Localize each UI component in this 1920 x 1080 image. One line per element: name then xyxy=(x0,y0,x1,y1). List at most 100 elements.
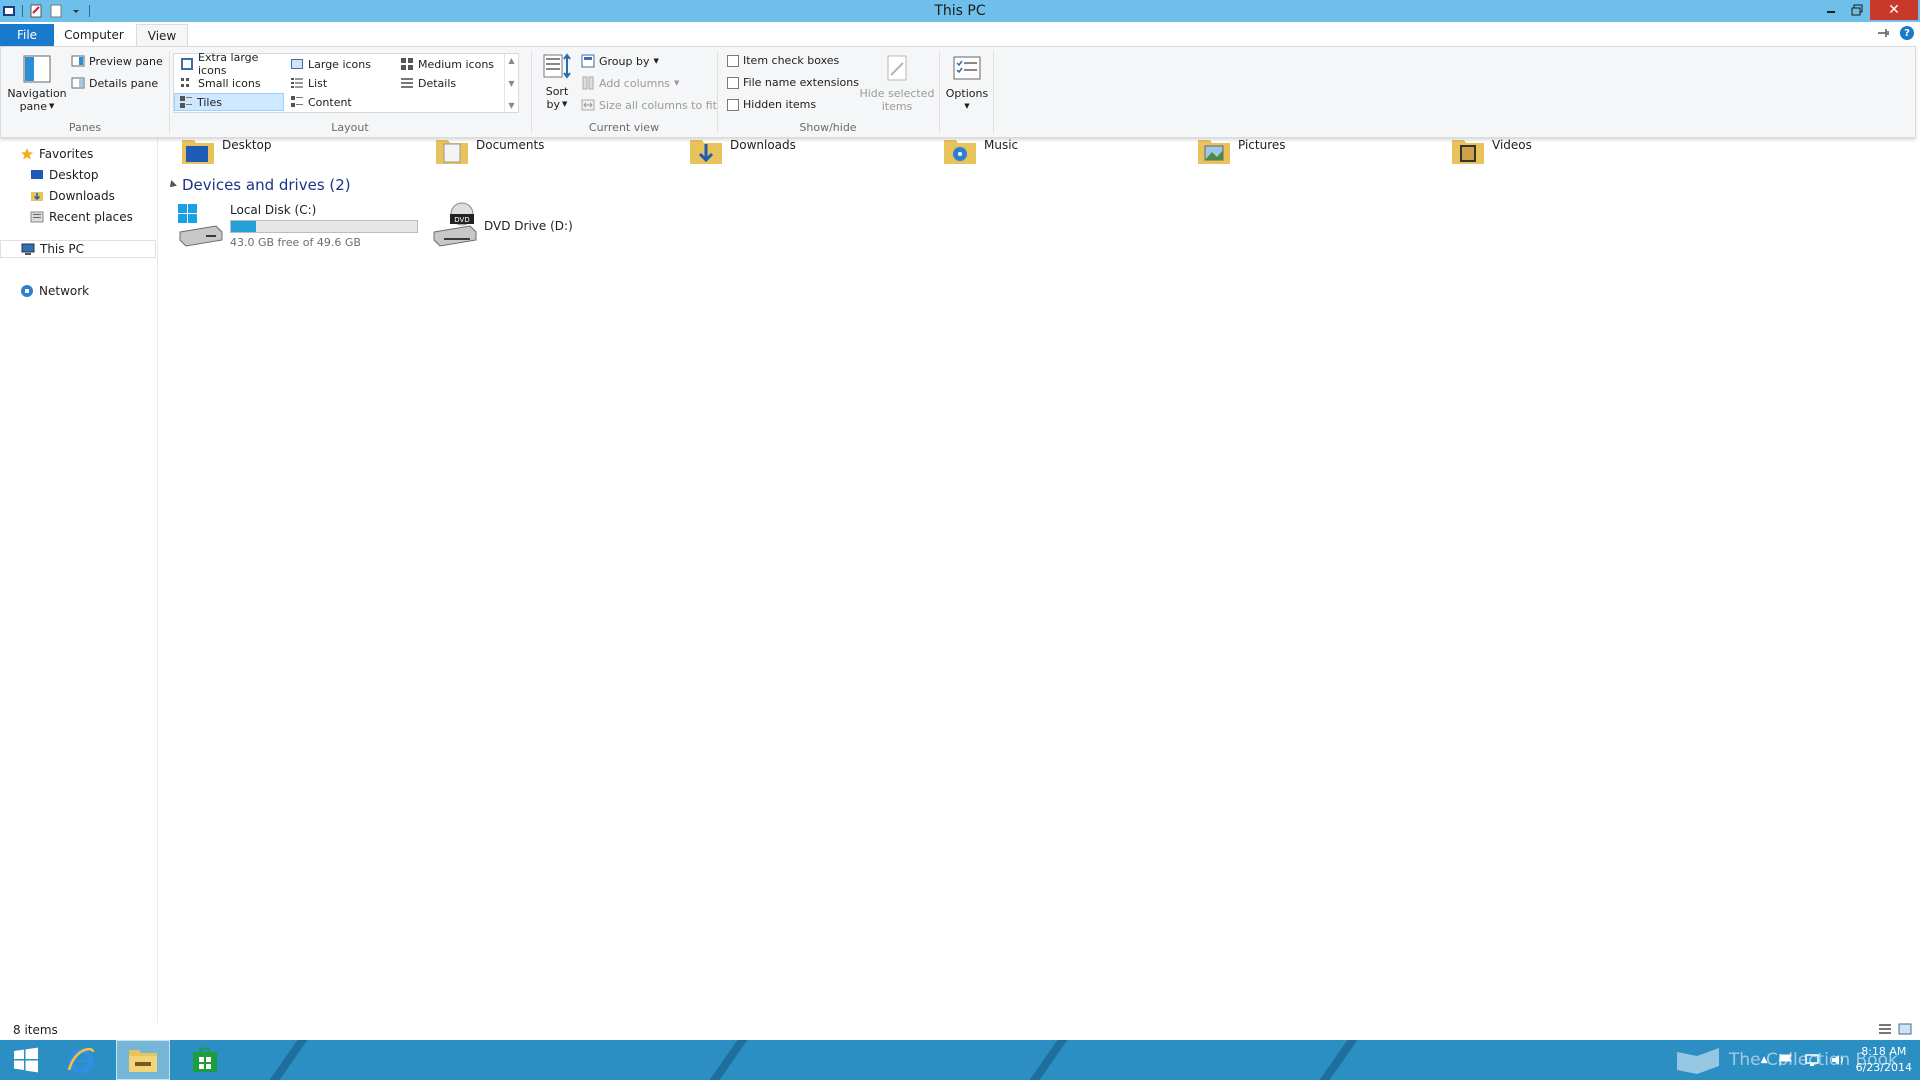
group-by-label: Group by xyxy=(599,54,650,68)
item-check-boxes-checkbox[interactable] xyxy=(727,54,739,67)
taskbar-internet-explorer[interactable] xyxy=(56,1040,106,1080)
devices-section-header[interactable]: Devices and drives (2) xyxy=(167,176,351,194)
taskbar-store[interactable] xyxy=(180,1040,230,1080)
hide-selected-items-button[interactable]: Hide selected items xyxy=(859,53,935,113)
folder-videos[interactable]: Videos xyxy=(1450,138,1532,170)
details-label: Details xyxy=(418,76,457,90)
drive-local-disk[interactable]: Local Disk (C:) 43.0 GB free of 49.6 GB xyxy=(176,202,418,250)
scroll-down-icon[interactable]: ▼ xyxy=(508,79,514,88)
file-name-extensions-toggle[interactable]: File name extensions xyxy=(727,76,859,89)
tray-expand-icon[interactable]: ▲ xyxy=(1761,1055,1768,1065)
scroll-up-icon[interactable]: ▲ xyxy=(508,56,514,65)
gallery-expand-icon[interactable]: ▼ xyxy=(508,101,514,110)
taskbar-decoration xyxy=(1015,1040,1075,1080)
item-check-boxes-toggle[interactable]: Item check boxes xyxy=(727,54,839,67)
folder-downloads[interactable]: Downloads xyxy=(688,138,796,170)
group-separator xyxy=(993,51,994,133)
folder-pictures[interactable]: Pictures xyxy=(1196,138,1286,170)
nav-network[interactable]: Network xyxy=(20,282,89,300)
add-columns-button[interactable]: Add columns ▼ xyxy=(581,76,679,90)
taskbar: The Collection Book ▲ 8:18 AM 6/23/2014 xyxy=(0,1040,1920,1080)
hidden-items-checkbox[interactable] xyxy=(727,98,739,111)
volume-icon[interactable] xyxy=(1830,1053,1846,1067)
small-icons-label: Small icons xyxy=(198,76,261,90)
videos-folder-icon xyxy=(1452,140,1484,164)
restore-icon xyxy=(1851,4,1863,16)
dvd-badge: DVD xyxy=(454,216,469,224)
layout-details[interactable]: Details xyxy=(396,74,504,92)
layout-medium-icons[interactable]: Medium icons xyxy=(396,55,504,73)
folder-music[interactable]: Music xyxy=(942,138,1018,170)
windows-logo-icon xyxy=(14,1047,38,1073)
details-icon xyxy=(401,78,413,88)
start-button[interactable] xyxy=(4,1040,48,1080)
layout-tiles[interactable]: Tiles xyxy=(174,93,284,111)
file-name-extensions-checkbox[interactable] xyxy=(727,76,739,89)
status-view-switcher xyxy=(1878,1023,1912,1035)
layout-large-icons[interactable]: Large icons xyxy=(286,55,394,73)
desktop-folder-icon xyxy=(182,140,214,164)
options-button[interactable]: Options ▼ xyxy=(943,53,991,113)
desktop-icon xyxy=(31,170,43,179)
devices-header-label: Devices and drives (2) xyxy=(182,176,351,194)
restore-button[interactable] xyxy=(1844,0,1870,20)
ribbon-tabs: File Computer View ? xyxy=(0,22,1920,46)
downloads-folder-icon xyxy=(31,192,43,201)
drive-dvd[interactable]: DVD DVD Drive (D:) xyxy=(430,202,573,250)
folder-desktop[interactable]: Desktop xyxy=(180,138,272,170)
tab-computer[interactable]: Computer xyxy=(58,24,130,46)
layout-small-icons[interactable]: Small icons xyxy=(176,74,284,92)
folder-label: Desktop xyxy=(222,138,272,152)
tab-view[interactable]: View xyxy=(136,24,188,46)
taskbar-file-explorer[interactable] xyxy=(116,1040,170,1080)
layout-list[interactable]: List xyxy=(286,74,394,92)
help-icon[interactable]: ? xyxy=(1900,26,1914,40)
layout-content[interactable]: Content xyxy=(286,93,394,111)
collapse-icon[interactable] xyxy=(167,180,177,190)
pin-ribbon-icon[interactable] xyxy=(1876,27,1892,39)
clock-time: 8:18 AM xyxy=(1861,1045,1907,1058)
close-button[interactable]: ✕ xyxy=(1870,0,1918,20)
layout-extra-large-icons[interactable]: Extra large icons xyxy=(176,51,284,77)
content-icon xyxy=(291,96,303,107)
folder-label: Videos xyxy=(1492,138,1532,152)
sort-by-button[interactable]: Sort by ▼ xyxy=(537,51,577,111)
hidden-items-toggle[interactable]: Hidden items xyxy=(727,98,816,111)
network-tray-icon[interactable] xyxy=(1804,1053,1820,1067)
store-icon xyxy=(193,1047,217,1072)
action-center-flag-icon[interactable] xyxy=(1778,1053,1794,1067)
file-explorer-icon xyxy=(129,1050,157,1072)
group-by-button[interactable]: Group by ▼ xyxy=(581,54,659,68)
size-all-columns-button[interactable]: Size all columns to fit xyxy=(581,98,717,112)
file-list: Desktop Documents Downloads Music Pictur… xyxy=(160,138,1920,1023)
system-tray: ▲ 8:18 AM 6/23/2014 xyxy=(1761,1044,1912,1076)
large-icons-icon xyxy=(291,59,303,69)
local-disk-usage-fill xyxy=(231,221,256,232)
minimize-button[interactable] xyxy=(1818,0,1844,20)
nav-this-pc[interactable]: This PC xyxy=(0,240,156,258)
size-all-columns-label: Size all columns to fit xyxy=(599,98,717,112)
music-folder-icon xyxy=(944,140,976,164)
ribbon-controls: ? xyxy=(1876,26,1914,40)
hidden-items-label: Hidden items xyxy=(743,98,817,111)
tab-file[interactable]: File xyxy=(0,24,54,46)
dvd-drive-icon: DVD xyxy=(433,202,477,247)
folder-documents[interactable]: Documents xyxy=(434,138,544,170)
nav-desktop[interactable]: Desktop xyxy=(30,166,99,184)
layout-gallery-scroll[interactable]: ▲ ▼ ▼ xyxy=(504,54,518,112)
folder-label: Documents xyxy=(476,138,545,152)
documents-folder-icon xyxy=(436,140,468,164)
layout-gallery: Extra large icons Large icons Medium ico… xyxy=(173,51,519,113)
size-columns-icon xyxy=(581,99,595,111)
nav-recent-places[interactable]: Recent places xyxy=(30,208,133,226)
nav-downloads[interactable]: Downloads xyxy=(30,187,115,205)
local-disk-free-space: 43.0 GB free of 49.6 GB xyxy=(230,236,361,249)
extra-large-icons-icon xyxy=(181,58,193,70)
title-bar: This PC ✕ xyxy=(0,0,1920,22)
details-view-icon[interactable] xyxy=(1878,1023,1892,1035)
close-icon: ✕ xyxy=(1888,2,1900,18)
computer-icon xyxy=(21,243,35,255)
nav-favorites[interactable]: Favorites xyxy=(20,145,93,163)
large-icons-view-icon[interactable] xyxy=(1898,1023,1912,1035)
clock[interactable]: 8:18 AM 6/23/2014 xyxy=(1856,1044,1912,1076)
